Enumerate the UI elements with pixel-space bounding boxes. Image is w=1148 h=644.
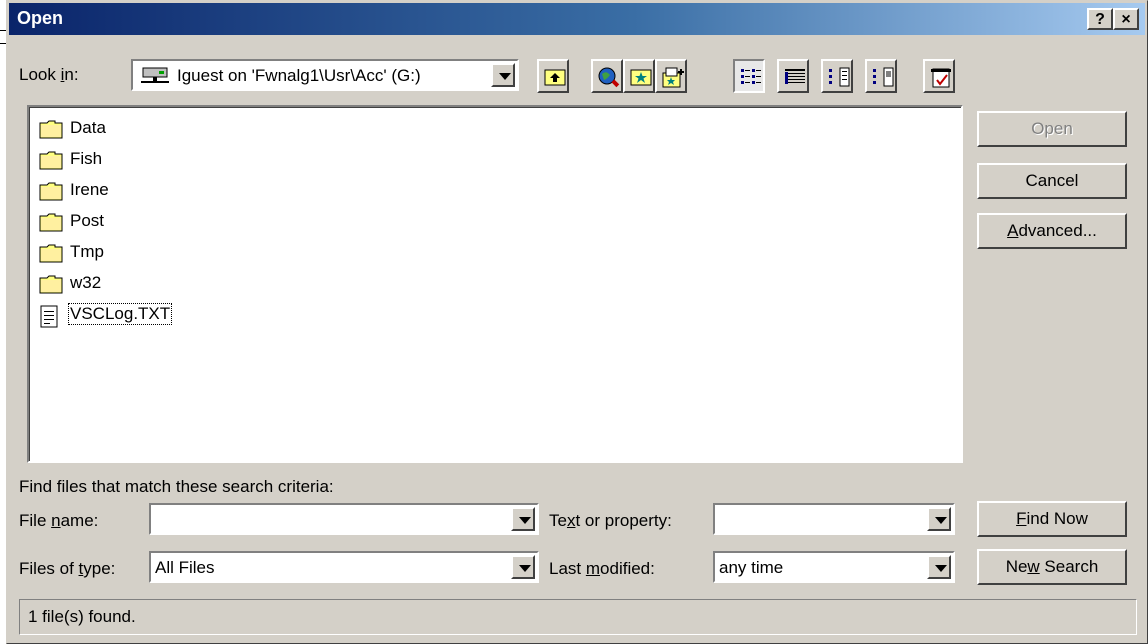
cancel-button[interactable]: Cancel <box>977 163 1127 199</box>
preview-view-button[interactable] <box>865 59 897 93</box>
new-search-button[interactable]: New Search <box>977 549 1127 585</box>
look-in-combo[interactable]: Iguest on 'Fwnalg1\Usr\Acc' (G:) <box>131 59 519 91</box>
last-modified-dropdown-button[interactable] <box>927 555 951 579</box>
close-button[interactable]: × <box>1113 8 1139 30</box>
folder-icon <box>39 274 63 299</box>
file-name-label: File name: <box>19 511 99 530</box>
network-drive-icon <box>141 67 169 83</box>
file-list-viewport <box>29 107 961 461</box>
files-of-type-dropdown-button[interactable] <box>511 555 535 579</box>
look-in-favorites-icon <box>630 69 652 86</box>
file-name-text: Data <box>70 118 106 137</box>
criteria-heading: Find files that match these search crite… <box>19 477 334 496</box>
chevron-down-icon <box>519 565 531 572</box>
chevron-down-icon <box>499 73 511 80</box>
chevron-down-icon <box>519 517 531 524</box>
files-of-type-value: All Files <box>155 558 215 577</box>
title-bar[interactable]: Open ? × <box>9 3 1145 35</box>
file-name-text: Post <box>70 211 105 230</box>
window-title: Open <box>17 8 64 28</box>
status-bar: 1 file(s) found. <box>19 599 1137 635</box>
commands-and-settings-button[interactable] <box>923 59 955 93</box>
status-text: 1 file(s) found. <box>28 607 136 626</box>
folder-icon <box>39 119 63 144</box>
files-of-type-label: Files of type: <box>19 559 116 578</box>
close-icon: × <box>1121 11 1131 28</box>
last-modified-label: Last modified: <box>549 559 655 578</box>
file-name-text: Fish <box>70 149 103 168</box>
advanced-button[interactable]: Advanced... <box>977 213 1127 249</box>
advanced-button-label: Advanced... <box>1007 221 1097 240</box>
text-or-property-label: Text or property: <box>549 511 672 530</box>
folder-icon <box>39 181 63 206</box>
last-modified-combo[interactable]: any time <box>713 551 955 583</box>
list-view-button[interactable] <box>733 59 765 93</box>
text-or-property-dropdown-button[interactable] <box>927 507 951 531</box>
files-of-type-combo[interactable]: All Files <box>149 551 539 583</box>
list-view-icon <box>741 69 761 84</box>
new-search-button-label: New Search <box>1005 557 1099 576</box>
add-to-favorites-icon <box>662 67 684 88</box>
folder-icon <box>39 150 63 175</box>
find-now-button-label: Find Now <box>1016 509 1088 528</box>
chevron-down-icon <box>935 565 947 572</box>
chevron-down-icon <box>935 517 947 524</box>
details-view-icon <box>785 69 805 84</box>
folder-icon <box>39 212 63 237</box>
last-modified-value: any time <box>719 558 784 577</box>
up-one-level-button[interactable] <box>537 59 569 93</box>
preview-view-icon <box>873 67 894 87</box>
text-or-property-combo[interactable] <box>713 503 955 535</box>
add-to-favorites-button[interactable] <box>655 59 687 93</box>
open-button[interactable]: Open <box>977 111 1127 147</box>
file-name-combo[interactable] <box>149 503 539 535</box>
look-in-value: Iguest on 'Fwnalg1\Usr\Acc' (G:) <box>177 66 421 85</box>
details-view-button[interactable] <box>777 59 809 93</box>
file-name-text: w32 <box>70 273 102 292</box>
properties-view-button[interactable] <box>821 59 853 93</box>
help-icon: ? <box>1095 11 1105 28</box>
file-name-dropdown-button[interactable] <box>511 507 535 531</box>
look-in-label: Look in: <box>19 65 79 84</box>
find-now-button[interactable]: Find Now <box>977 501 1127 537</box>
cancel-button-label: Cancel <box>1025 171 1079 190</box>
open-button-label: Open <box>1031 119 1073 138</box>
up-one-level-icon <box>544 69 566 86</box>
commands-and-settings-icon <box>931 68 951 88</box>
open-dialog: Open ? × Look in: Iguest on 'Fwnalg1\Usr… <box>6 0 1148 644</box>
file-list[interactable]: Data Fish Irene Post Tmp w32 VSCLog.TXT <box>27 105 963 463</box>
file-name-text: Tmp <box>70 242 104 261</box>
look-in-favorites-button[interactable] <box>623 59 655 93</box>
text-file-icon <box>39 305 59 334</box>
help-button[interactable]: ? <box>1087 8 1113 30</box>
properties-view-icon <box>829 67 850 87</box>
folder-icon <box>39 243 63 268</box>
look-in-dropdown-button[interactable] <box>491 63 515 87</box>
search-the-web-icon <box>598 67 620 88</box>
file-name-text: VSCLog.TXT <box>67 303 173 325</box>
search-the-web-button[interactable] <box>591 59 623 93</box>
file-name-text: Irene <box>70 180 109 199</box>
